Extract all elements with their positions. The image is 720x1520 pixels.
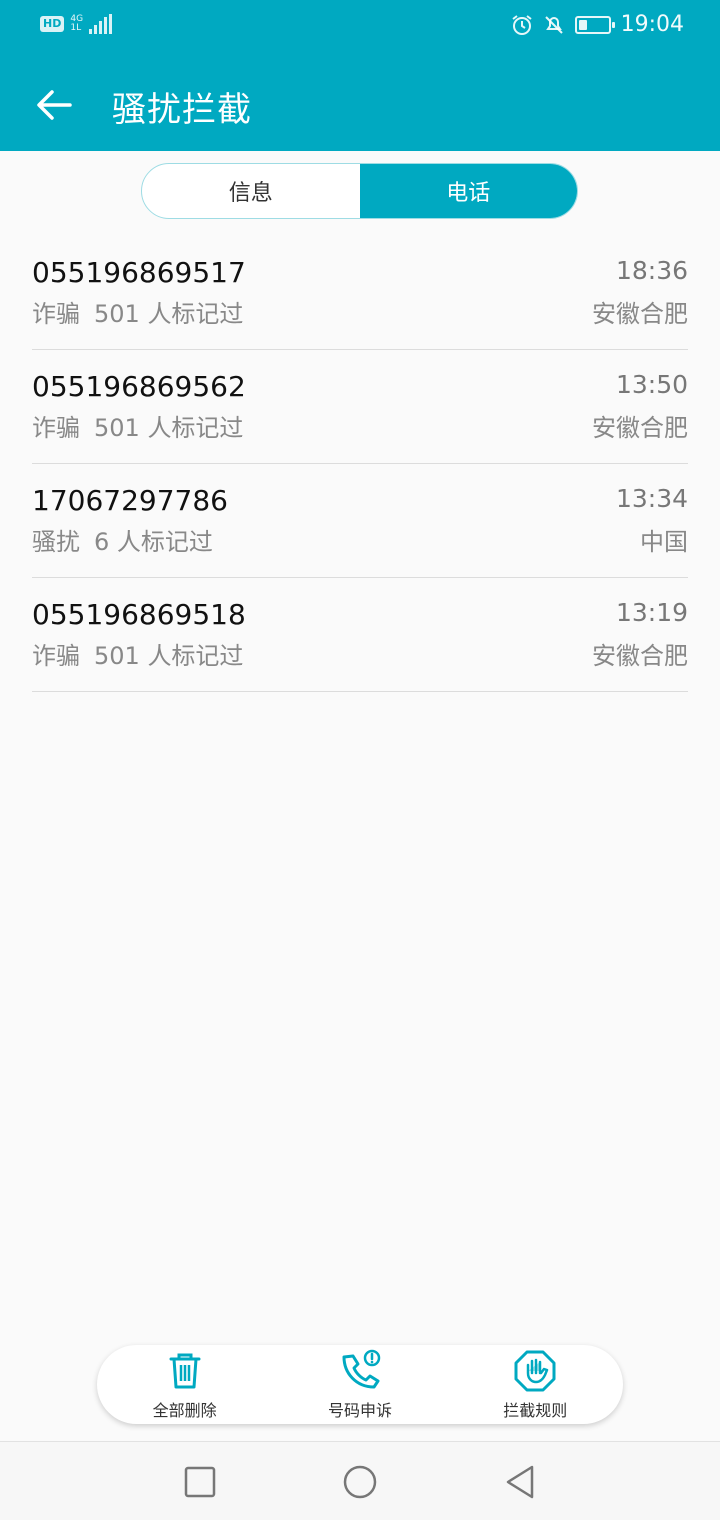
call-location: 安徽合肥 xyxy=(592,642,688,670)
network-indicator: 4G 1L xyxy=(70,14,84,33)
hd-icon: HD xyxy=(40,16,65,32)
tab-switcher: 信息 电话 xyxy=(141,163,578,219)
call-number: 17067297786 xyxy=(32,484,228,517)
status-bar: HD 4G 1L 19:04 xyxy=(0,0,720,56)
arrow-left-icon[interactable] xyxy=(30,80,80,130)
action-bar: 全部删除 号码申诉 拦截规则 xyxy=(97,1345,623,1424)
blocked-call-list: 055196869517 18:36 诈骗 501 人标记过 安徽合肥 05519… xyxy=(32,236,688,692)
status-right: 19:04 xyxy=(511,12,684,37)
home-circle-icon[interactable] xyxy=(340,1462,380,1502)
call-time: 13:50 xyxy=(615,370,688,399)
call-number: 055196869562 xyxy=(32,370,246,403)
battery-level xyxy=(578,19,587,30)
app-bar: 骚扰拦截 xyxy=(0,56,720,151)
call-location: 安徽合肥 xyxy=(592,414,688,442)
status-time: 19:04 xyxy=(620,12,684,37)
call-tag: 骚扰 6 人标记过 xyxy=(32,528,213,556)
alarm-icon xyxy=(511,14,532,35)
mute-icon xyxy=(544,15,563,34)
call-tag: 诈骗 501 人标记过 xyxy=(32,642,244,670)
list-item[interactable]: 17067297786 13:34 骚扰 6 人标记过 中国 xyxy=(32,464,688,578)
phone-alert-icon xyxy=(342,1349,381,1388)
call-time: 13:19 xyxy=(615,598,688,627)
number-appeal-button[interactable]: 号码申诉 xyxy=(285,1349,435,1421)
tab-calls[interactable]: 电话 xyxy=(359,164,577,218)
block-rules-button[interactable]: 拦截规则 xyxy=(460,1349,610,1421)
call-number: 055196869517 xyxy=(32,256,246,289)
call-number: 055196869518 xyxy=(32,598,246,631)
call-time: 18:36 xyxy=(615,256,688,285)
page-title: 骚扰拦截 xyxy=(112,90,252,130)
delete-all-button[interactable]: 全部删除 xyxy=(110,1349,260,1421)
trash-icon xyxy=(169,1353,201,1388)
call-location: 安徽合肥 xyxy=(592,300,688,328)
recents-square-icon[interactable] xyxy=(180,1462,220,1502)
signal-icon xyxy=(89,14,113,34)
action-label: 全部删除 xyxy=(152,1400,217,1420)
battery-icon xyxy=(574,15,615,34)
back-triangle-icon[interactable] xyxy=(500,1462,540,1502)
list-item[interactable]: 055196869517 18:36 诈骗 501 人标记过 安徽合肥 xyxy=(32,236,688,350)
call-tag: 诈骗 501 人标记过 xyxy=(32,300,244,328)
call-time: 13:34 xyxy=(615,484,688,513)
hand-stop-icon xyxy=(514,1350,556,1391)
navigation-bar xyxy=(0,1441,720,1520)
call-location: 中国 xyxy=(640,528,688,556)
list-item[interactable]: 055196869562 13:50 诈骗 501 人标记过 安徽合肥 xyxy=(32,350,688,464)
call-tag: 诈骗 501 人标记过 xyxy=(32,414,244,442)
tab-messages[interactable]: 信息 xyxy=(142,164,360,218)
action-label: 拦截规则 xyxy=(503,1400,568,1420)
status-left: HD 4G 1L xyxy=(40,14,113,34)
action-label: 号码申诉 xyxy=(327,1400,392,1420)
list-item[interactable]: 055196869518 13:19 诈骗 501 人标记过 安徽合肥 xyxy=(32,578,688,692)
